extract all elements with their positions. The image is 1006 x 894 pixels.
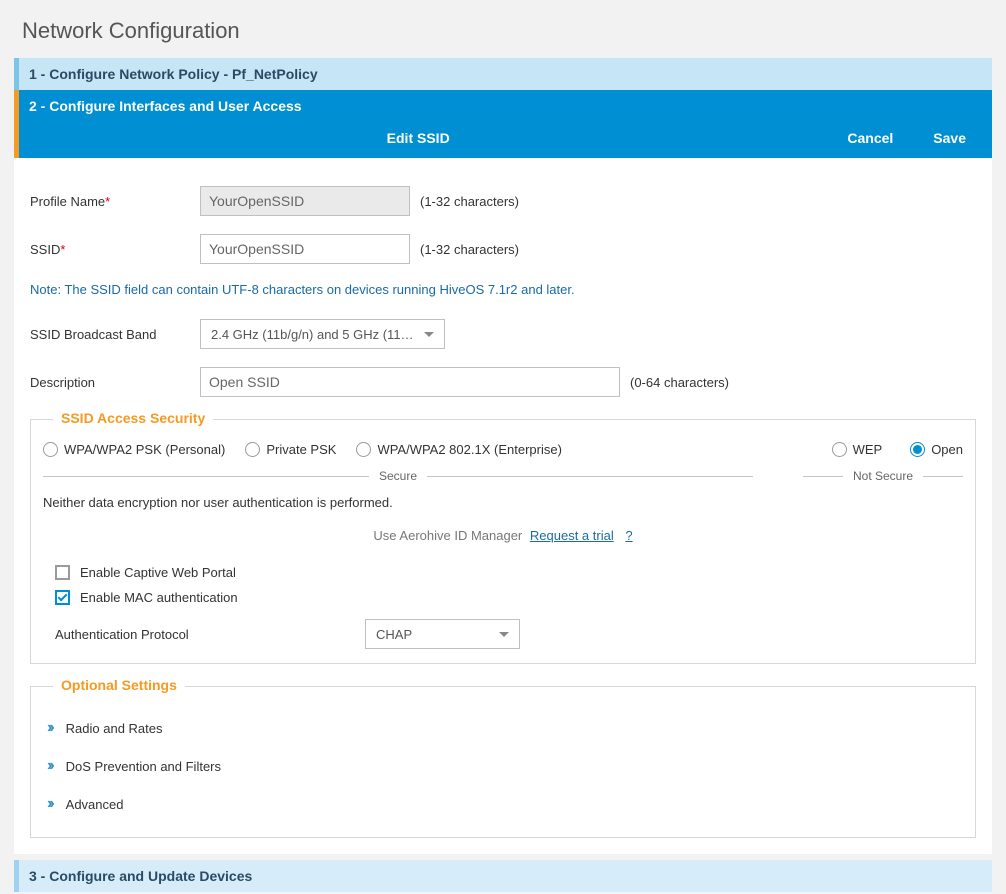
save-button[interactable]: Save <box>933 130 966 146</box>
mac-auth-label: Enable MAC authentication <box>80 590 238 605</box>
double-chevron-icon: ›› <box>47 795 52 813</box>
secure-label: Secure <box>379 469 417 483</box>
ssid-input[interactable] <box>200 234 410 264</box>
auth-protocol-label: Authentication Protocol <box>55 627 365 642</box>
step-3-bar[interactable]: 3 - Configure and Update Devices <box>14 860 992 892</box>
profile-name-hint: (1-32 characters) <box>420 194 519 209</box>
double-chevron-icon: ›› <box>47 757 52 775</box>
edit-ssid-label: Edit SSID <box>29 130 807 146</box>
ssid-note: Note: The SSID field can contain UTF-8 c… <box>30 282 976 297</box>
chevron-down-icon <box>499 632 509 637</box>
band-label: SSID Broadcast Band <box>30 327 200 342</box>
auth-protocol-select[interactable]: CHAP <box>365 619 520 649</box>
radio-private-psk[interactable]: Private PSK <box>245 442 336 457</box>
optional-radio-rates[interactable]: ›› Radio and Rates <box>43 709 963 747</box>
page-title: Network Configuration <box>0 0 1006 58</box>
check-icon <box>58 592 68 602</box>
cwp-checkbox[interactable] <box>55 565 70 580</box>
cancel-button[interactable]: Cancel <box>847 130 893 146</box>
optional-dos-filters[interactable]: ›› DoS Prevention and Filters <box>43 747 963 785</box>
security-message: Neither data encryption nor user authent… <box>43 495 963 510</box>
radio-psk[interactable]: WPA/WPA2 PSK (Personal) <box>43 442 225 457</box>
divider <box>803 476 843 477</box>
radio-open[interactable]: Open <box>910 442 963 457</box>
mac-auth-checkbox[interactable] <box>55 590 70 605</box>
ssid-security-legend: SSID Access Security <box>53 410 213 426</box>
ssid-label: SSID* <box>30 242 200 257</box>
cwp-label: Enable Captive Web Portal <box>80 565 236 580</box>
optional-settings-section: Optional Settings ›› Radio and Rates ›› … <box>30 686 976 838</box>
auth-protocol-value: CHAP <box>376 627 412 642</box>
description-hint: (0-64 characters) <box>630 375 729 390</box>
radio-icon <box>832 442 847 457</box>
optional-advanced[interactable]: ›› Advanced <box>43 785 963 823</box>
optional-settings-legend: Optional Settings <box>53 677 185 693</box>
ssid-security-section: SSID Access Security WPA/WPA2 PSK (Perso… <box>30 419 976 664</box>
band-select[interactable]: 2.4 GHz (11b/g/n) and 5 GHz (11… <box>200 319 445 349</box>
double-chevron-icon: ›› <box>47 719 52 737</box>
radio-icon <box>245 442 260 457</box>
step-2-title: 2 - Configure Interfaces and User Access <box>14 90 992 122</box>
id-manager-row: Use Aerohive ID Manager Request a trial … <box>43 528 963 543</box>
chevron-down-icon <box>424 332 434 337</box>
radio-enterprise[interactable]: WPA/WPA2 802.1X (Enterprise) <box>356 442 561 457</box>
band-select-value: 2.4 GHz (11b/g/n) and 5 GHz (11… <box>211 327 414 342</box>
description-label: Description <box>30 375 200 390</box>
description-input[interactable] <box>200 367 620 397</box>
radio-wep[interactable]: WEP <box>832 442 883 457</box>
request-trial-link[interactable]: Request a trial <box>530 528 614 543</box>
step-2-subheader: Edit SSID Cancel Save <box>14 122 992 158</box>
radio-icon <box>356 442 371 457</box>
radio-icon <box>43 442 58 457</box>
radio-icon <box>910 442 925 457</box>
help-icon[interactable]: ? <box>625 528 632 543</box>
profile-name-input <box>200 186 410 216</box>
step-1-bar[interactable]: 1 - Configure Network Policy - Pf_NetPol… <box>14 58 992 90</box>
divider <box>43 476 369 477</box>
divider <box>427 476 753 477</box>
divider <box>923 476 963 477</box>
profile-name-label: Profile Name* <box>30 194 200 209</box>
not-secure-label: Not Secure <box>853 469 913 483</box>
ssid-hint: (1-32 characters) <box>420 242 519 257</box>
